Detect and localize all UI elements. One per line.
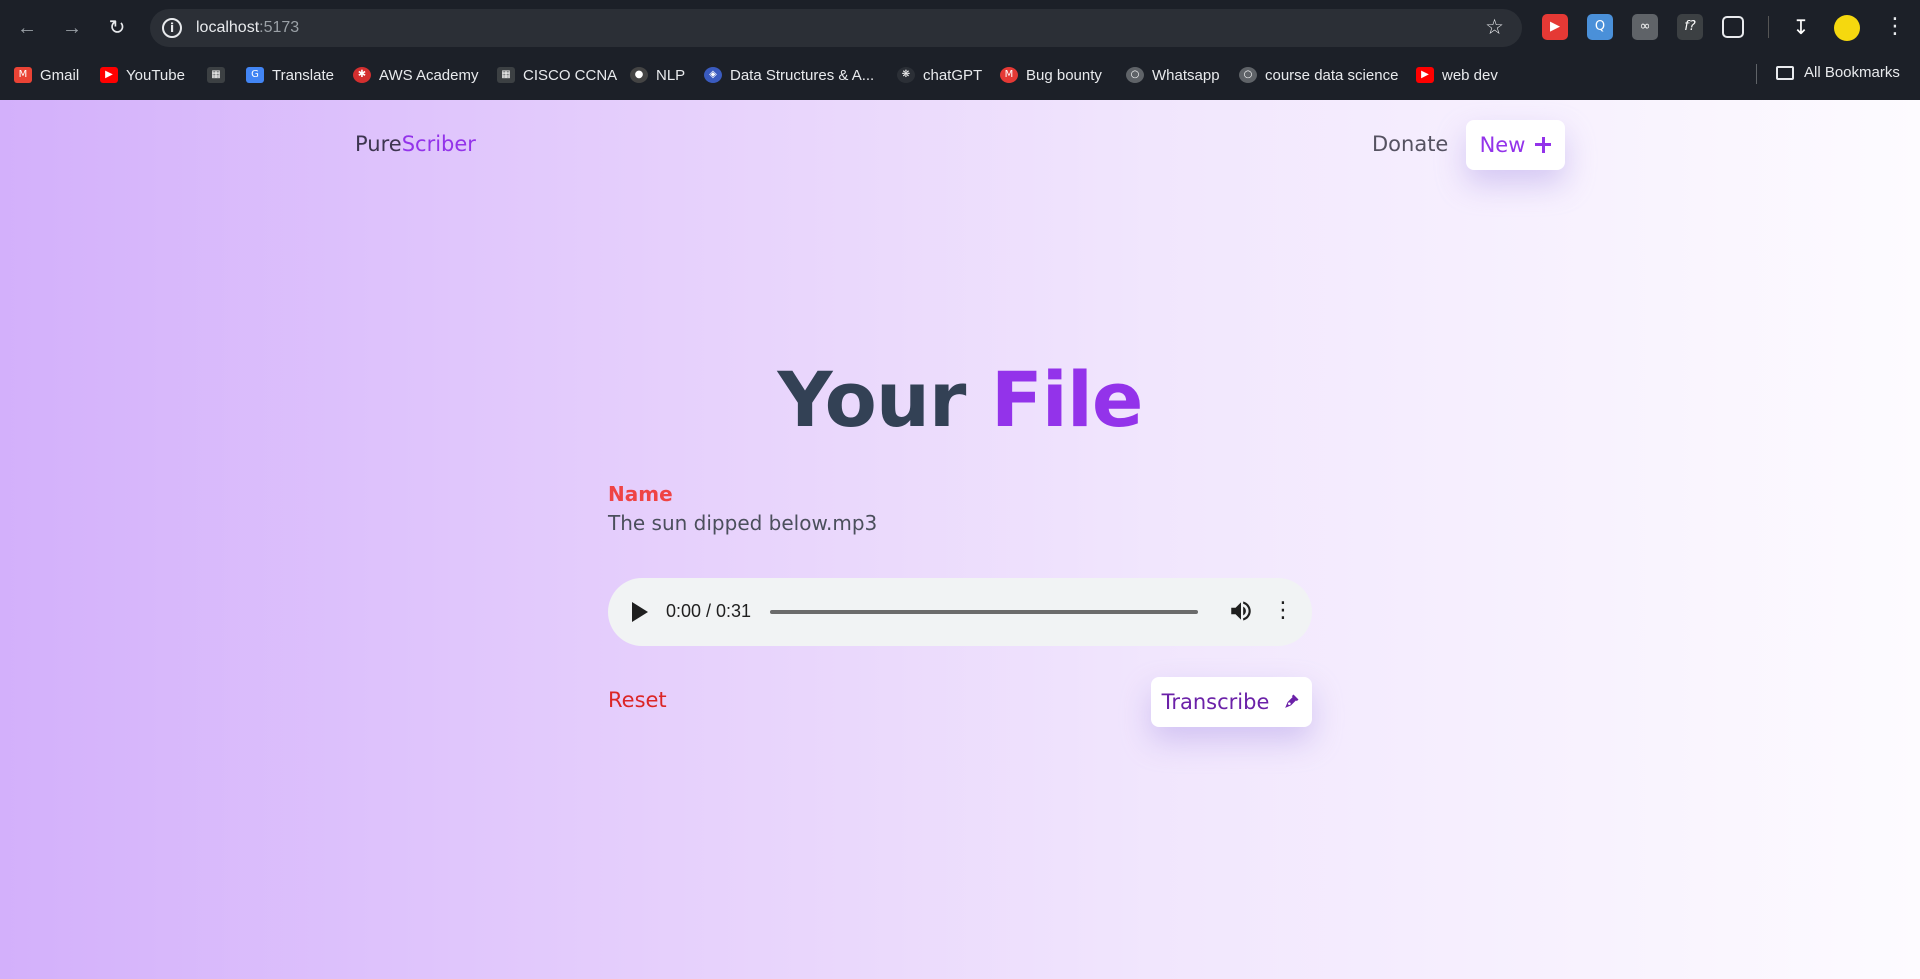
bookmark-course-data-science[interactable]: ○ course data science bbox=[1239, 64, 1398, 86]
translate-icon: G bbox=[246, 67, 264, 83]
donate-link[interactable]: Donate bbox=[1372, 132, 1448, 156]
bookmark-chatgpt[interactable]: ❋ chatGPT bbox=[897, 64, 982, 86]
bookmark-nlp[interactable]: ● NLP bbox=[630, 64, 685, 86]
page-title: Your File bbox=[777, 355, 1144, 444]
bookmarks-bar: M Gmail ▶ YouTube ▦ G Translate ✱ AWS Academ… bbox=[0, 58, 1920, 90]
browser-toolbar: ← → ↻ i localhost:5173 ☆ ▶ Q ∞ f? ↧ ⋮ bbox=[0, 0, 1920, 56]
bookmark-grid[interactable]: ▦ bbox=[207, 64, 233, 86]
back-icon[interactable]: ← bbox=[13, 14, 41, 42]
reload-icon[interactable]: ↻ bbox=[103, 14, 131, 42]
bookmark-youtube[interactable]: ▶ YouTube bbox=[100, 64, 185, 86]
browser-menu-icon[interactable]: ⋮ bbox=[1884, 14, 1906, 40]
name-label: Name bbox=[608, 482, 673, 506]
nlp-icon: ● bbox=[630, 67, 648, 83]
bookmark-data-structures[interactable]: ◈ Data Structures & A... bbox=[704, 64, 874, 86]
bookmark-star-icon[interactable]: ☆ bbox=[1485, 15, 1504, 39]
audio-player[interactable]: 0:00 / 0:31 ⋮ bbox=[608, 578, 1312, 646]
all-bookmarks[interactable]: All Bookmarks bbox=[1776, 64, 1900, 81]
profile-avatar[interactable] bbox=[1834, 15, 1860, 41]
transcribe-button[interactable]: Transcribe bbox=[1151, 677, 1312, 727]
bookmark-aws[interactable]: ✱ AWS Academy bbox=[353, 64, 478, 86]
grid-icon: ▦ bbox=[207, 67, 225, 83]
grid-icon: ▦ bbox=[497, 67, 515, 83]
extension-icon[interactable]: ▶ bbox=[1542, 14, 1568, 40]
toolbar-divider bbox=[1768, 16, 1769, 38]
folder-icon bbox=[1776, 65, 1794, 80]
downloads-icon[interactable]: ↧ bbox=[1788, 14, 1814, 40]
bookmarks-divider bbox=[1756, 64, 1757, 84]
bookmark-whatsapp[interactable]: ○ Whatsapp bbox=[1126, 64, 1220, 86]
volume-icon[interactable] bbox=[1228, 598, 1254, 624]
bookmark-translate[interactable]: G Translate bbox=[246, 64, 334, 86]
globe-icon: ○ bbox=[1126, 67, 1144, 83]
extension-icon[interactable]: Q bbox=[1587, 14, 1613, 40]
bookmark-web-dev[interactable]: ▶ web dev bbox=[1416, 64, 1498, 86]
extensions-puzzle-icon[interactable] bbox=[1722, 16, 1744, 38]
app-page: PureScriber Donate New Your File Name Th… bbox=[0, 100, 1920, 979]
site-info-icon[interactable]: i bbox=[162, 18, 182, 38]
pen-nib-icon bbox=[1285, 694, 1299, 708]
audio-time: 0:00 / 0:31 bbox=[666, 601, 752, 621]
url-text[interactable]: localhost:5173 bbox=[196, 19, 299, 37]
app-logo[interactable]: PureScriber bbox=[355, 132, 476, 156]
audio-progress-track[interactable] bbox=[770, 610, 1198, 614]
bookmark-bug-bounty[interactable]: M Bug bounty bbox=[1000, 64, 1102, 86]
bookmark-cisco[interactable]: ▦ CISCO CCNA bbox=[497, 64, 617, 86]
play-icon[interactable] bbox=[632, 602, 648, 622]
more-options-icon[interactable]: ⋮ bbox=[1272, 596, 1294, 626]
browser-chrome: ← → ↻ i localhost:5173 ☆ ▶ Q ∞ f? ↧ ⋮ MG… bbox=[0, 0, 1920, 100]
bookmark-gmail[interactable]: M Gmail bbox=[14, 64, 79, 86]
forward-icon[interactable]: → bbox=[58, 14, 86, 42]
transcribe-button-label: Transcribe bbox=[1161, 690, 1270, 714]
aws-icon: ✱ bbox=[353, 67, 371, 83]
youtube-icon: ▶ bbox=[1416, 67, 1434, 83]
new-button[interactable]: New bbox=[1466, 120, 1565, 170]
new-button-label: New bbox=[1479, 133, 1526, 157]
plus-icon bbox=[1535, 137, 1552, 153]
address-bar[interactable]: i localhost:5173 ☆ bbox=[150, 9, 1522, 47]
file-name: The sun dipped below.mp3 bbox=[608, 511, 878, 535]
globe-icon: ○ bbox=[1239, 67, 1257, 83]
extension-icon[interactable]: ∞ bbox=[1632, 14, 1658, 40]
youtube-icon: ▶ bbox=[100, 67, 118, 83]
extension-icon[interactable]: f? bbox=[1677, 14, 1703, 40]
gmail-icon: M bbox=[14, 67, 32, 83]
chatgpt-icon: ❋ bbox=[897, 67, 915, 83]
bug-bounty-icon: M bbox=[1000, 67, 1018, 83]
reset-button[interactable]: Reset bbox=[608, 688, 667, 712]
ds-icon: ◈ bbox=[704, 67, 722, 83]
